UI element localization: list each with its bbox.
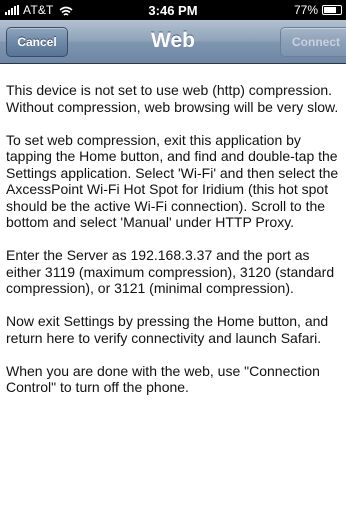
paragraph-return-verify: Now exit Settings by pressing the Home b… [6, 313, 329, 346]
status-bar: AT&T 3:46 PM 77% [0, 0, 346, 20]
navigation-bar: Cancel Web Connect [0, 20, 346, 64]
connect-button[interactable]: Connect [280, 27, 346, 57]
paragraph-server-port: Enter the Server as 192.168.3.37 and the… [6, 247, 335, 296]
battery-fill [324, 7, 336, 13]
paragraph-compression-warning: This device is not set to use web (http)… [6, 82, 339, 115]
battery-percent: 77% [293, 3, 318, 17]
instructions-text: This device is not set to use web (http)… [6, 82, 344, 412]
paragraph-connection-control: When you are done with the web, use "Con… [6, 362, 320, 396]
battery-icon [322, 5, 342, 15]
status-right: 77% [294, 3, 342, 17]
paragraph-wifi-setup: To set web compression, exit this applic… [6, 131, 339, 231]
